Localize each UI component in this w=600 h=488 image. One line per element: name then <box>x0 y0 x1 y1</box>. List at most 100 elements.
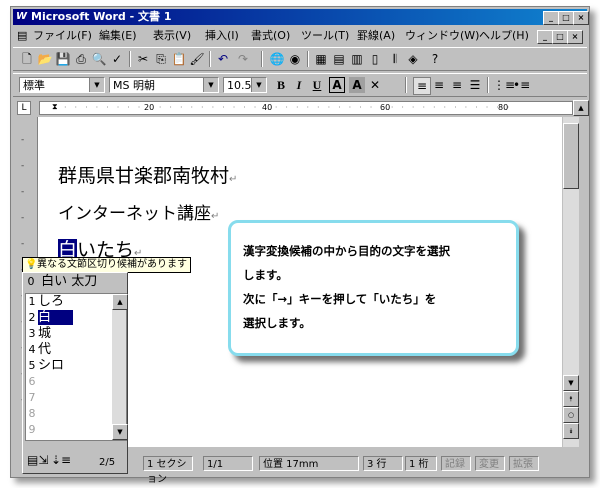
vertical-scrollbar[interactable]: ▼ ⯭ ○ ⯯ <box>563 117 579 447</box>
insert-excel-icon[interactable]: ▥ <box>349 51 365 67</box>
candidate-item[interactable]: 6 <box>26 374 110 390</box>
menu-window[interactable]: ウィンドウ(W) <box>405 27 479 45</box>
next-page-icon[interactable]: ⯯ <box>563 423 579 439</box>
scroll-down-icon[interactable]: ▼ <box>563 375 579 391</box>
candidate-item[interactable]: 8 <box>26 406 110 422</box>
close-button[interactable]: × <box>573 11 589 25</box>
menu-insert[interactable]: 挿入(I) <box>205 27 239 45</box>
align-left-icon[interactable]: ≡ <box>413 77 431 95</box>
candidate-item[interactable]: 3城 <box>26 326 110 342</box>
candidate-item[interactable]: 1 しろ <box>26 294 110 310</box>
char-shading-icon[interactable]: A <box>349 77 365 93</box>
candidate-scrollbar[interactable]: ▲ ▼ <box>112 294 128 440</box>
bold-button[interactable]: B <box>273 77 289 93</box>
ime-mode-icon[interactable]: ▤⇲ <box>27 453 48 467</box>
new-doc-icon[interactable]: 🗋 <box>19 51 35 67</box>
format-painter-icon[interactable]: 🖌 <box>189 51 205 67</box>
doc-close-button[interactable]: × <box>567 30 583 44</box>
help-icon[interactable]: ? <box>427 51 443 67</box>
doc-restore-button[interactable]: □ <box>552 30 568 44</box>
bullets-icon[interactable]: •≡ <box>513 77 530 93</box>
maximize-button[interactable]: □ <box>558 11 574 25</box>
toolbar-separator <box>307 51 309 67</box>
font-combo[interactable]: MS 明朝 ▼ <box>109 77 219 93</box>
align-center-icon[interactable]: ≡ <box>431 77 447 93</box>
cut-icon[interactable]: ✂ <box>135 51 151 67</box>
candidate-num: 3 <box>28 327 36 340</box>
scroll-thumb[interactable] <box>563 123 579 189</box>
doc-line-1[interactable]: 群馬県甘楽郡南牧村↵ <box>58 161 237 188</box>
spellcheck-icon[interactable]: ✓ <box>109 51 125 67</box>
chevron-down-icon[interactable]: ▼ <box>89 78 104 92</box>
menu-table[interactable]: 罫線(A) <box>357 27 395 45</box>
status-rec[interactable]: 記録 <box>441 456 471 471</box>
justify-icon[interactable]: ☰ <box>467 77 483 93</box>
ruler-strip[interactable]: ⧗ 20 40 60 80 ··························… <box>39 101 573 115</box>
style-combo[interactable]: 標準 ▼ <box>19 77 105 93</box>
chevron-down-icon[interactable]: ▼ <box>251 78 266 92</box>
chevron-down-icon[interactable]: ▼ <box>203 78 218 92</box>
candidate-num: 1 <box>28 295 36 308</box>
paste-icon[interactable]: 📋 <box>171 51 187 67</box>
minimize-button[interactable]: _ <box>543 11 559 25</box>
menu-view[interactable]: 表示(V) <box>153 27 191 45</box>
tab-selector-icon[interactable]: L <box>17 101 31 115</box>
undo-icon[interactable]: ↶ <box>215 51 231 67</box>
copy-icon[interactable]: ⎘ <box>153 51 169 67</box>
insert-table-icon[interactable]: ▤ <box>331 51 347 67</box>
drawing-icon[interactable]: 𝄃 <box>387 51 403 67</box>
save-icon[interactable]: 💾 <box>55 51 71 67</box>
ime-candidate-list[interactable]: 1 しろ 2白 3城 4代 5 シロ 6 7 8 9 ▲ ▼ <box>25 293 128 441</box>
hyperlink-icon[interactable]: 🌐 <box>269 51 285 67</box>
candidate-item[interactable]: 7 <box>26 390 110 406</box>
status-trk[interactable]: 変更 <box>475 456 505 471</box>
web-toolbar-icon[interactable]: ◉ <box>287 51 303 67</box>
numbering-icon[interactable]: ⋮≡ <box>493 77 515 93</box>
candidate-item[interactable]: 5 シロ <box>26 358 110 374</box>
candidate-item-selected[interactable]: 2白 <box>26 310 110 326</box>
italic-button[interactable]: I <box>291 77 307 93</box>
menu-file[interactable]: ファイル(F) <box>33 27 92 45</box>
print-icon[interactable]: ⎙ <box>73 51 89 67</box>
candidate-item[interactable]: 4代 <box>26 342 110 358</box>
doc-minimize-button[interactable]: _ <box>537 30 553 44</box>
doc-control-icon[interactable]: ▤ <box>17 27 27 45</box>
document-map-icon[interactable]: ◈ <box>405 51 421 67</box>
align-right-icon[interactable]: ≡ <box>449 77 465 93</box>
ime-header-row[interactable]: 0 白い 太刀 <box>25 274 98 290</box>
underline-button[interactable]: U <box>309 77 325 93</box>
status-section: 1 セクション <box>143 456 193 485</box>
ime-sort-icon[interactable]: ⇣≡ <box>51 453 71 467</box>
menu-edit[interactable]: 編集(E) <box>99 27 137 45</box>
callout-line-3: 次に「→」キーを押して「いたち」を <box>243 292 437 306</box>
prev-page-icon[interactable]: ⯭ <box>563 391 579 407</box>
print-preview-icon[interactable]: 🔍 <box>91 51 107 67</box>
doc-line-2[interactable]: インターネット講座↵ <box>58 199 219 224</box>
columns-icon[interactable]: ▯ <box>367 51 383 67</box>
ime-candidate-window: 0 白い 太刀 1 しろ 2白 3城 4代 5 シロ 6 7 8 9 ▲ ▼ ▤⇲ … <box>22 272 128 474</box>
menu-format[interactable]: 書式(O) <box>251 27 290 45</box>
candidate-text: 白 <box>38 310 74 325</box>
status-ext[interactable]: 拡張 <box>509 456 539 471</box>
menu-tools[interactable]: ツール(T) <box>301 27 349 45</box>
status-position: 位置 17mm <box>259 456 359 471</box>
tables-borders-icon[interactable]: ▦ <box>313 51 329 67</box>
scroll-up-icon[interactable]: ▲ <box>573 100 589 116</box>
menu-help[interactable]: ヘルプ(H) <box>479 27 529 45</box>
ime-header-num: 0 <box>27 275 35 288</box>
window-title: Microsoft Word - 文書 1 <box>31 10 172 23</box>
formatting-toolbar: 標準 ▼ MS 明朝 ▼ 10.5 ▼ B I U A A ✕ ≡ ≡ ≡ ☰ … <box>13 73 587 97</box>
char-border-icon[interactable]: A <box>329 77 345 93</box>
browse-object-icon[interactable]: ○ <box>563 407 579 423</box>
redo-icon[interactable]: ↷ <box>235 51 251 67</box>
char-scaling-icon[interactable]: ✕ <box>367 77 383 93</box>
size-combo[interactable]: 10.5 ▼ <box>223 77 267 93</box>
scroll-down-icon[interactable]: ▼ <box>112 424 128 440</box>
scroll-up-icon[interactable]: ▲ <box>112 294 128 310</box>
candidate-num: 7 <box>28 391 36 404</box>
open-folder-icon[interactable]: 📂 <box>37 51 53 67</box>
status-line: 3 行 <box>363 456 403 471</box>
candidate-item[interactable]: 9 <box>26 422 110 438</box>
indent-marker-icon[interactable]: ⧗ <box>52 101 58 113</box>
toolbar-separator <box>129 51 131 67</box>
